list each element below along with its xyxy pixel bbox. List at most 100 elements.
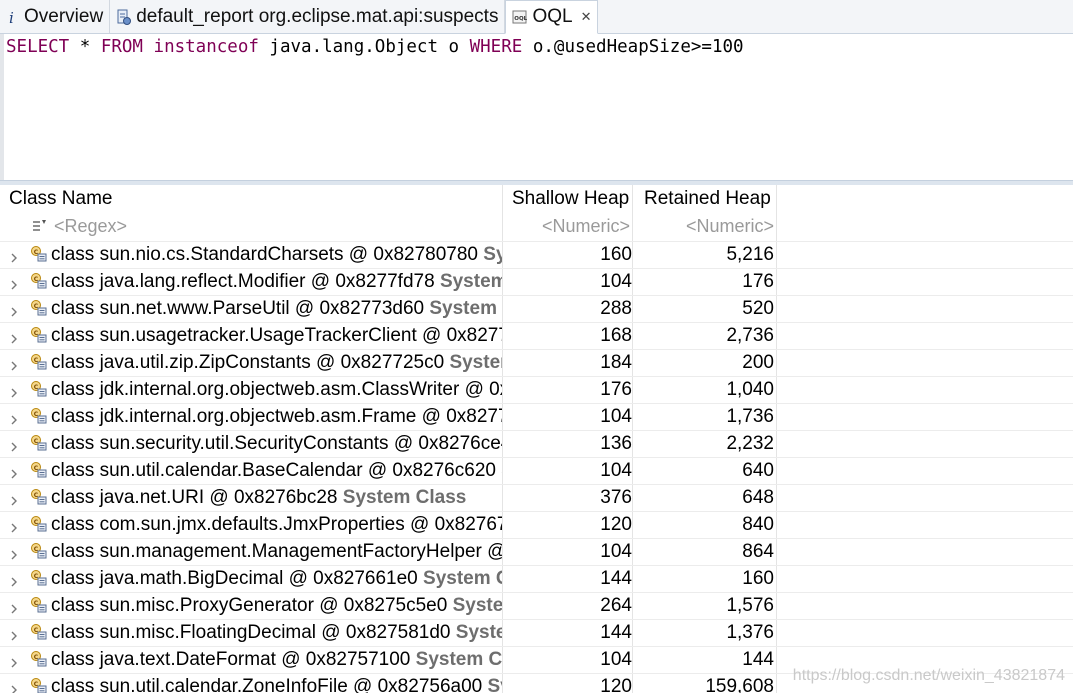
shallow-heap-cell: 120 (600, 514, 632, 535)
class-name-cell: class sun.management.ManagementFactoryHe… (51, 541, 502, 563)
expand-chevron-icon[interactable] (9, 410, 19, 425)
class-name-cell: class sun.nio.cs.StandardCharsets @ 0x82… (51, 244, 502, 266)
class-name-text: class sun.misc.ProxyGenerator @ 0x8275c5… (51, 595, 453, 616)
table-row[interactable]: Cclass jdk.internal.org.objectweb.asm.Cl… (0, 376, 1073, 403)
expand-chevron-icon[interactable] (9, 302, 19, 317)
expand-chevron-icon[interactable] (9, 626, 19, 641)
regex-filter-placeholder: <Regex> (54, 216, 128, 236)
tab-oql[interactable]: OQL OQL ✕ (505, 0, 599, 34)
shallow-heap-cell: 144 (600, 622, 632, 643)
table-row[interactable]: Cclass java.net.URI @ 0x8276bc28 System … (0, 484, 1073, 511)
system-class-tag: System Class (415, 649, 502, 670)
table-row[interactable]: Cclass com.sun.jmx.defaults.JmxPropertie… (0, 511, 1073, 538)
expand-chevron-icon[interactable] (9, 248, 19, 263)
tab-label: Overview (24, 5, 104, 27)
class-object-icon: C (30, 433, 48, 459)
expand-chevron-icon[interactable] (9, 383, 19, 398)
shallow-heap-cell: 104 (600, 649, 632, 670)
column-header-shallow-heap[interactable]: Shallow Heap (512, 185, 632, 213)
tab-default-report[interactable]: default_report org.eclipse.mat.api:suspe… (110, 0, 506, 33)
retained-heap-cell: 1,040 (726, 379, 774, 400)
expand-chevron-icon[interactable] (9, 437, 19, 452)
table-row[interactable]: Cclass java.lang.reflect.Modifier @ 0x82… (0, 268, 1073, 295)
shallow-heap-cell: 144 (600, 568, 632, 589)
shallow-heap-cell: 104 (600, 541, 632, 562)
class-name-cell: class sun.misc.FloatingDecimal @ 0x82758… (51, 622, 502, 644)
retained-heap-cell: 2,736 (726, 325, 774, 346)
tab-label: default_report org.eclipse.mat.api:suspe… (136, 5, 499, 27)
table-row[interactable]: Cclass sun.net.www.ParseUtil @ 0x82773d6… (0, 295, 1073, 322)
column-header-class-name[interactable]: Class Name (9, 185, 499, 213)
shallow-heap-cell: 160 (600, 244, 632, 265)
class-name-cell: class jdk.internal.org.objectweb.asm.Fra… (51, 406, 502, 428)
shallow-heap-cell: 104 (600, 271, 632, 292)
class-name-cell: class java.math.BigDecimal @ 0x827661e0 … (51, 568, 502, 590)
retained-heap-cell: 840 (742, 514, 774, 535)
query-text: o.@usedHeapSize>=100 (522, 37, 744, 57)
query-text: * (69, 37, 101, 57)
system-class-tag: System Class (483, 244, 502, 265)
class-object-icon: C (30, 649, 48, 675)
expand-chevron-icon[interactable] (9, 275, 19, 290)
retained-heap-filter[interactable]: <Numeric> (633, 213, 774, 240)
table-row[interactable]: Cclass sun.nio.cs.StandardCharsets @ 0x8… (0, 241, 1073, 268)
table-row[interactable]: Cclass java.math.BigDecimal @ 0x827661e0… (0, 565, 1073, 592)
column-header-retained-heap[interactable]: Retained Heap (644, 185, 774, 213)
table-row[interactable]: Cclass sun.usagetracker.UsageTrackerClie… (0, 322, 1073, 349)
expand-chevron-icon[interactable] (9, 572, 19, 587)
class-name-text: class java.math.BigDecimal @ 0x827661e0 (51, 568, 424, 589)
class-name-text: class java.net.URI @ 0x8276bc28 (51, 487, 343, 508)
editor-tab-bar: i Overview default_report org.eclipse.ma… (0, 0, 1073, 34)
class-name-cell: class com.sun.jmx.defaults.JmxProperties… (51, 514, 502, 536)
class-name-text: class java.lang.reflect.Modifier @ 0x827… (51, 271, 440, 292)
retained-heap-cell: 1,376 (726, 622, 774, 643)
class-object-icon: C (30, 676, 48, 693)
expand-chevron-icon[interactable] (9, 356, 19, 371)
table-row[interactable]: Cclass sun.security.util.SecurityConstan… (0, 430, 1073, 457)
class-name-cell: class java.net.URI @ 0x8276bc28 System C… (51, 487, 502, 509)
shallow-heap-filter[interactable]: <Numeric> (503, 213, 630, 240)
expand-chevron-icon[interactable] (9, 545, 19, 560)
table-row[interactable]: Cclass java.util.zip.ZipConstants @ 0x82… (0, 349, 1073, 376)
class-name-text: class com.sun.jmx.defaults.JmxProperties… (51, 514, 502, 535)
shallow-heap-cell: 376 (600, 487, 632, 508)
expand-chevron-icon[interactable] (9, 653, 19, 668)
expand-chevron-icon[interactable] (9, 464, 19, 479)
class-name-text: class sun.nio.cs.StandardCharsets @ 0x82… (51, 244, 484, 265)
query-keyword: instanceof (153, 37, 259, 57)
query-keyword: SELECT (6, 37, 70, 57)
retained-heap-cell: 640 (742, 460, 774, 481)
retained-heap-cell: 864 (742, 541, 774, 562)
svg-text:i: i (9, 9, 14, 26)
expand-chevron-icon[interactable] (9, 491, 19, 506)
system-class-tag: System Class (452, 595, 502, 616)
expand-chevron-icon[interactable] (9, 518, 19, 533)
oql-query-editor[interactable]: SELECT * FROM instanceof java.lang.Objec… (0, 34, 1073, 180)
class-name-cell: class sun.util.calendar.BaseCalendar @ 0… (51, 460, 502, 482)
shallow-heap-cell: 104 (600, 460, 632, 481)
table-row[interactable]: Cclass sun.util.calendar.BaseCalendar @ … (0, 457, 1073, 484)
class-name-text: class sun.net.www.ParseUtil @ 0x82773d60 (51, 298, 430, 319)
table-row[interactable]: Cclass sun.misc.ProxyGenerator @ 0x8275c… (0, 592, 1073, 619)
retained-heap-cell: 144 (742, 649, 774, 670)
table-row[interactable]: Cclass jdk.internal.org.objectweb.asm.Fr… (0, 403, 1073, 430)
expand-chevron-icon[interactable] (9, 599, 19, 614)
system-class-tag: System Class (449, 352, 502, 373)
class-name-filter-row[interactable]: <Regex> (30, 213, 500, 240)
class-name-text: class jdk.internal.org.objectweb.asm.Cla… (51, 379, 502, 400)
class-object-icon: C (30, 379, 48, 405)
tab-overview[interactable]: i Overview (0, 0, 111, 33)
close-icon[interactable]: ✕ (581, 9, 592, 25)
retained-heap-cell: 5,216 (726, 244, 774, 265)
retained-heap-cell: 1,576 (726, 595, 774, 616)
expand-chevron-icon[interactable] (9, 329, 19, 344)
retained-heap-cell: 159,608 (705, 676, 774, 693)
table-row[interactable]: Cclass sun.management.ManagementFactoryH… (0, 538, 1073, 565)
table-row[interactable]: Cclass sun.misc.FloatingDecimal @ 0x8275… (0, 619, 1073, 646)
table-body: Cclass sun.nio.cs.StandardCharsets @ 0x8… (0, 241, 1073, 693)
expand-chevron-icon[interactable] (9, 680, 19, 693)
class-name-text: class sun.misc.FloatingDecimal @ 0x82758… (51, 622, 456, 643)
watermark: https://blog.csdn.net/weixin_43821874 (792, 667, 1065, 684)
oql-icon: OQL (512, 8, 528, 26)
class-name-cell: class java.util.zip.ZipConstants @ 0x827… (51, 352, 502, 374)
